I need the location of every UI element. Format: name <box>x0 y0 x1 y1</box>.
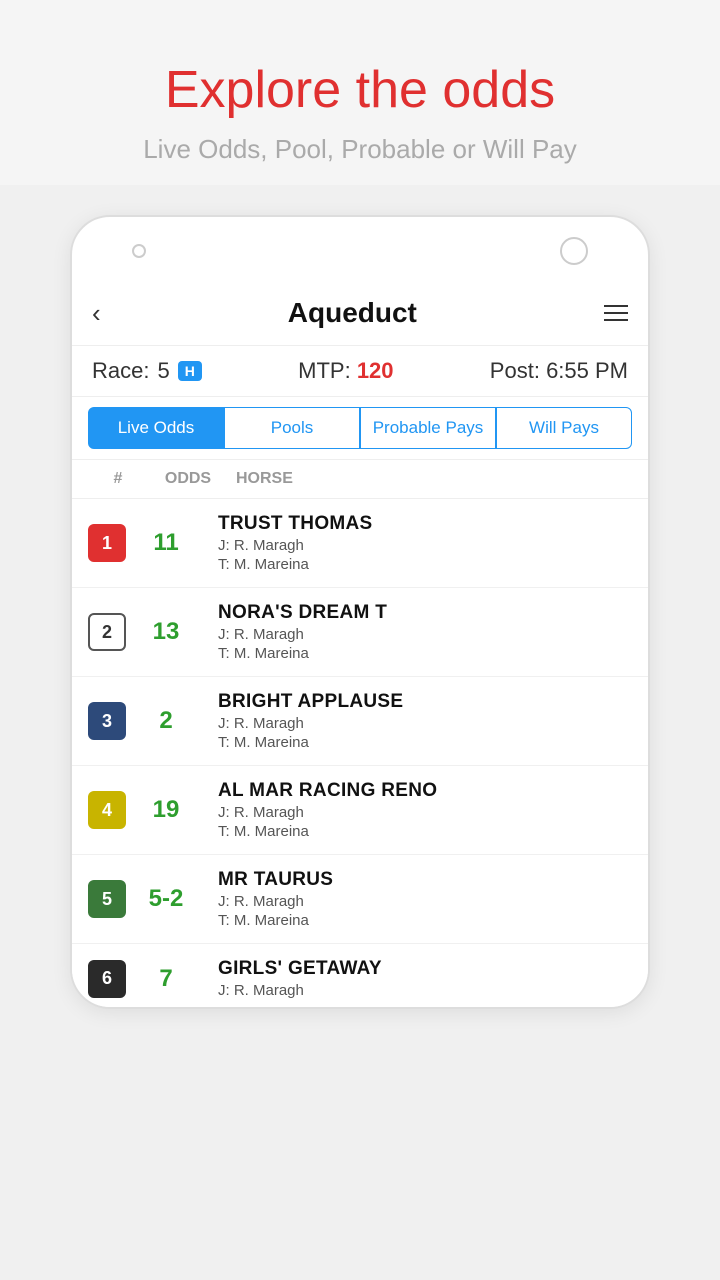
tab-will-pays[interactable]: Will Pays <box>496 407 632 449</box>
post-time: 6:55 PM <box>546 358 628 383</box>
table-row[interactable]: 1 11 TRUST THOMAS J: R. Maragh T: M. Mar… <box>72 499 648 588</box>
horse-odds: 13 <box>126 618 206 646</box>
horse-info: AL MAR RACING RENO J: R. Maragh T: M. Ma… <box>206 780 632 840</box>
menu-line-1 <box>604 305 628 307</box>
jockey-info: J: R. Maragh <box>218 893 632 910</box>
phone-top-bar <box>72 217 648 281</box>
table-row[interactable]: 5 5-2 MR TAURUS J: R. Maragh T: M. Marei… <box>72 855 648 944</box>
horse-name: AL MAR RACING RENO <box>218 780 632 802</box>
jockey-info: J: R. Maragh <box>218 626 632 643</box>
col-header-num: # <box>88 470 148 488</box>
post-info: Post: 6:55 PM <box>490 358 628 384</box>
camera-center <box>560 237 588 265</box>
race-number: Race: 5 H <box>92 358 202 384</box>
horse-info: MR TAURUS J: R. Maragh T: M. Mareina <box>206 869 632 929</box>
horse-number-badge: 5 <box>88 880 126 918</box>
horse-info: BRIGHT APPLAUSE J: R. Maragh T: M. Marei… <box>206 691 632 751</box>
horse-name: MR TAURUS <box>218 869 632 891</box>
tab-probable-pays[interactable]: Probable Pays <box>360 407 496 449</box>
col-header-odds: ODDS <box>148 470 228 488</box>
table-row[interactable]: 2 13 NORA'S DREAM T J: R. Maragh T: M. M… <box>72 588 648 677</box>
horse-name: NORA'S DREAM T <box>218 602 632 624</box>
table-header: # ODDS HORSE <box>72 460 648 499</box>
menu-line-2 <box>604 312 628 314</box>
horse-number-badge: 4 <box>88 791 126 829</box>
mtp-info: MTP: 120 <box>298 358 393 384</box>
trainer-info: T: M. Mareina <box>218 556 632 573</box>
track-title: Aqueduct <box>288 297 417 329</box>
table-row[interactable]: 4 19 AL MAR RACING RENO J: R. Maragh T: … <box>72 766 648 855</box>
jockey-info: J: R. Maragh <box>218 715 632 732</box>
horse-info: TRUST THOMAS J: R. Maragh T: M. Mareina <box>206 513 632 573</box>
back-button[interactable]: ‹ <box>92 298 101 329</box>
table-row[interactable]: 3 2 BRIGHT APPLAUSE J: R. Maragh T: M. M… <box>72 677 648 766</box>
col-header-horse: HORSE <box>228 470 632 488</box>
horse-odds: 19 <box>126 796 206 824</box>
horse-list: 1 11 TRUST THOMAS J: R. Maragh T: M. Mar… <box>72 499 648 1007</box>
tab-pools[interactable]: Pools <box>224 407 360 449</box>
menu-line-3 <box>604 319 628 321</box>
race-info-bar: Race: 5 H MTP: 120 Post: 6:55 PM <box>72 346 648 397</box>
trainer-info: T: M. Mareina <box>218 645 632 662</box>
app-nav: ‹ Aqueduct <box>72 281 648 346</box>
horse-name: GIRLS' GETAWAY <box>218 958 632 980</box>
main-title: Explore the odds <box>20 60 700 120</box>
trainer-info: T: M. Mareina <box>218 823 632 840</box>
horse-number-badge: 1 <box>88 524 126 562</box>
horse-number-badge: 6 <box>88 960 126 998</box>
header-section: Explore the odds Live Odds, Pool, Probab… <box>0 0 720 185</box>
horse-number-badge: 2 <box>88 613 126 651</box>
horse-info: GIRLS' GETAWAY J: R. Maragh <box>206 958 632 999</box>
horse-odds: 5-2 <box>126 885 206 913</box>
phone-screen: ‹ Aqueduct Race: 5 H MTP: 120 Post: 6:55… <box>72 281 648 1007</box>
phone-frame: ‹ Aqueduct Race: 5 H MTP: 120 Post: 6:55… <box>70 215 650 1009</box>
sub-title: Live Odds, Pool, Probable or Will Pay <box>20 134 700 165</box>
horse-odds: 7 <box>126 965 206 993</box>
h-badge[interactable]: H <box>178 361 202 381</box>
horse-number-badge: 3 <box>88 702 126 740</box>
jockey-info: J: R. Maragh <box>218 982 632 999</box>
race-num-value: 5 <box>157 358 169 384</box>
menu-button[interactable] <box>604 305 628 321</box>
race-label: Race: <box>92 358 149 384</box>
horse-odds: 11 <box>126 529 206 557</box>
horse-odds: 2 <box>126 707 206 735</box>
camera-left <box>132 244 146 258</box>
jockey-info: J: R. Maragh <box>218 804 632 821</box>
horse-name: BRIGHT APPLAUSE <box>218 691 632 713</box>
table-row[interactable]: 6 7 GIRLS' GETAWAY J: R. Maragh <box>72 944 648 1007</box>
post-label: Post: <box>490 358 540 383</box>
trainer-info: T: M. Mareina <box>218 734 632 751</box>
horse-name: TRUST THOMAS <box>218 513 632 535</box>
trainer-info: T: M. Mareina <box>218 912 632 929</box>
horse-info: NORA'S DREAM T J: R. Maragh T: M. Marein… <box>206 602 632 662</box>
tabs-bar: Live Odds Pools Probable Pays Will Pays <box>72 397 648 460</box>
jockey-info: J: R. Maragh <box>218 537 632 554</box>
tab-live-odds[interactable]: Live Odds <box>88 407 224 449</box>
mtp-value: 120 <box>357 358 394 383</box>
mtp-label: MTP: <box>298 358 351 383</box>
